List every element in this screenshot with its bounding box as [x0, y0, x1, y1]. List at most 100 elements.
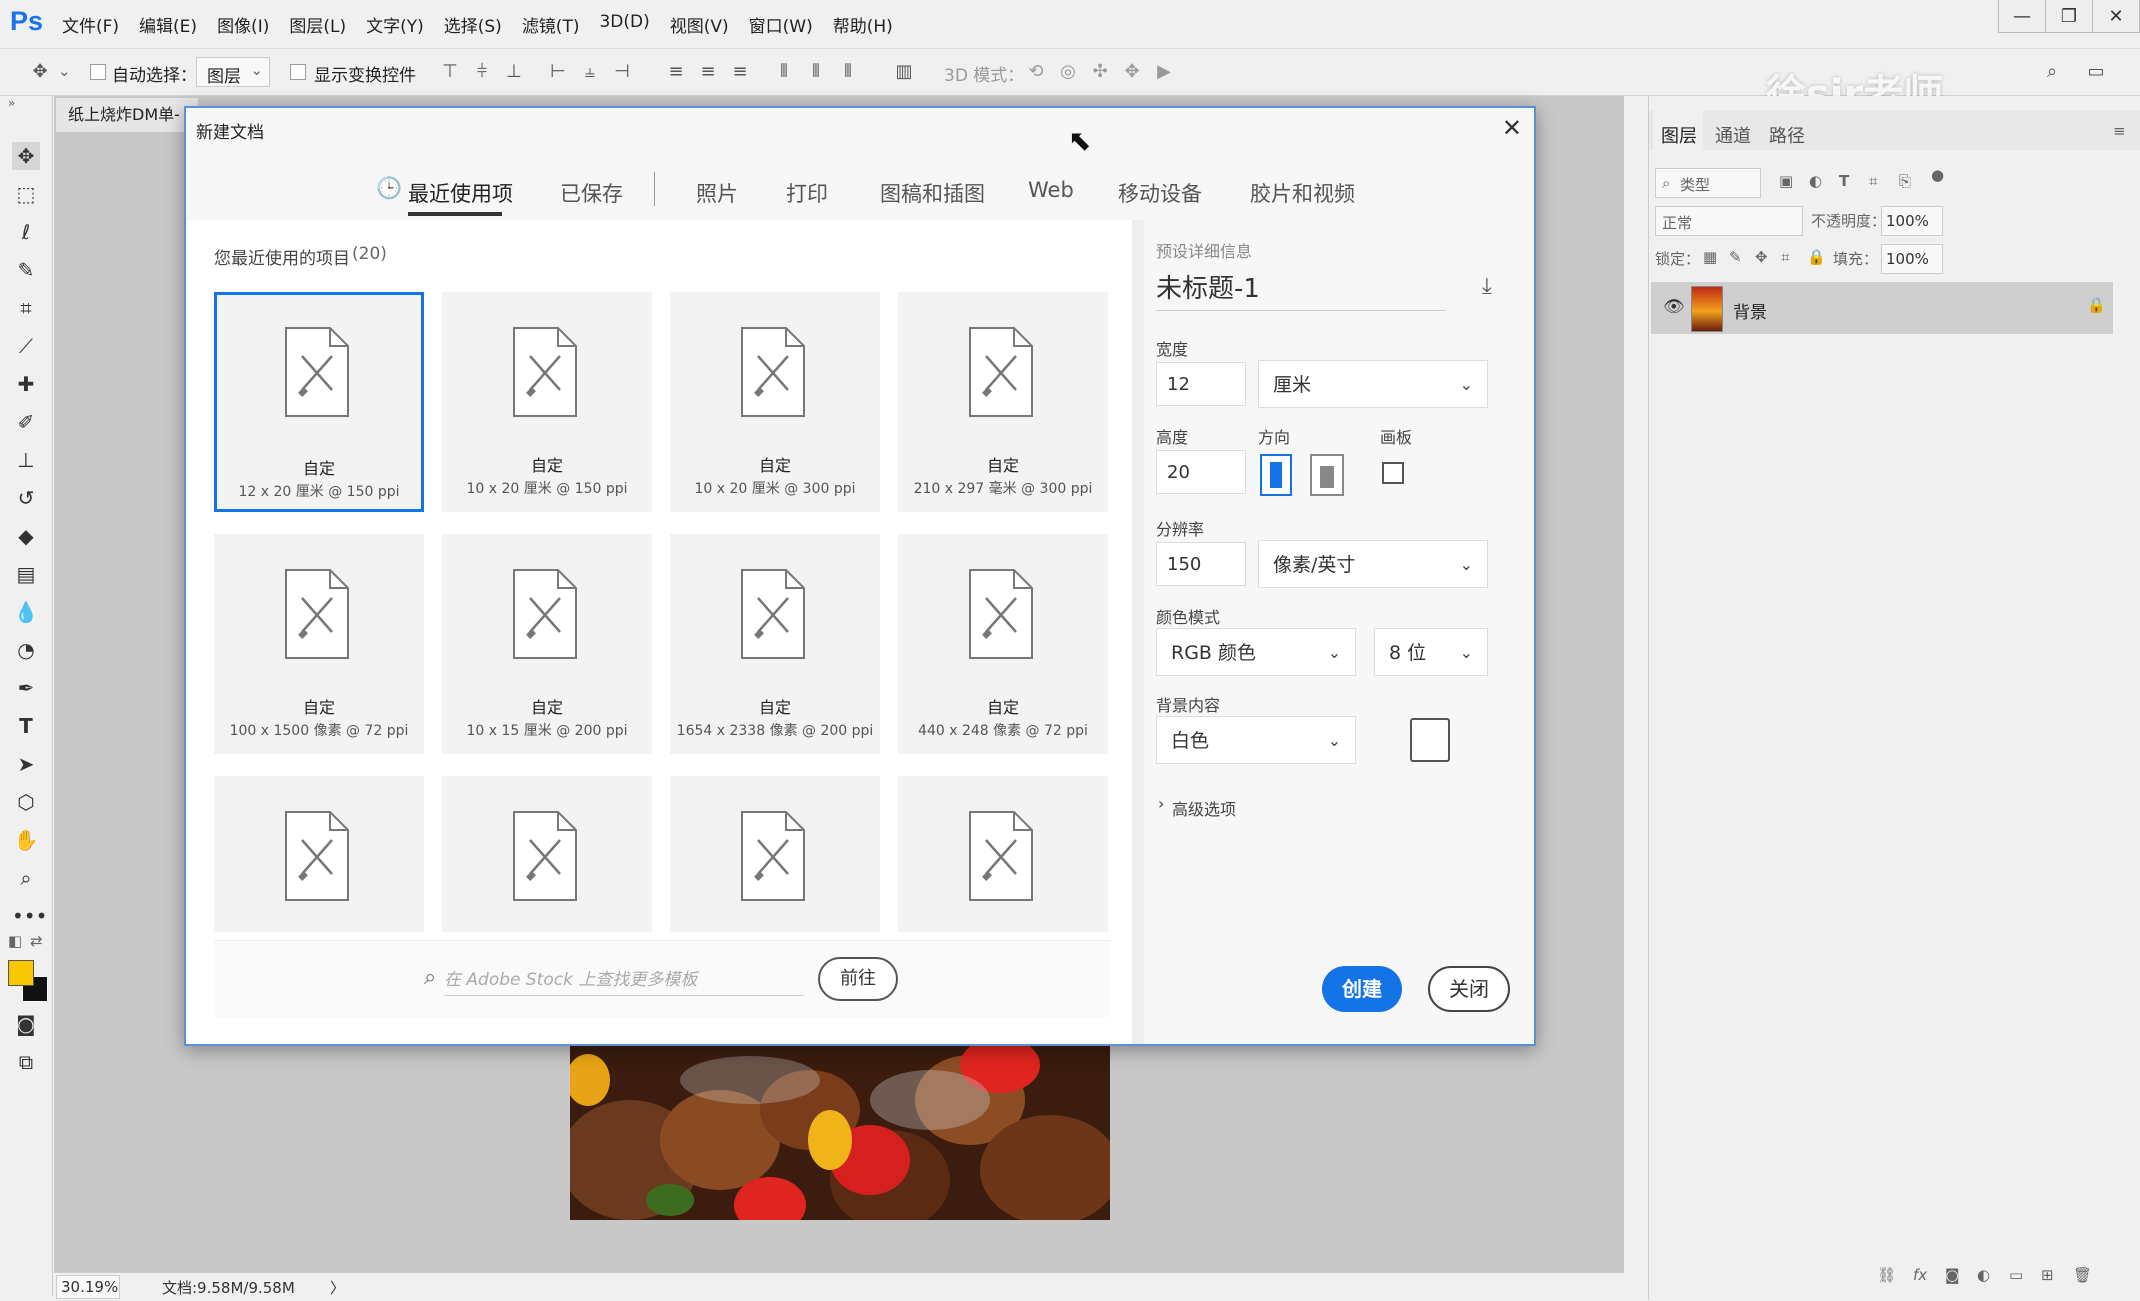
menu-edit[interactable]: 编辑(E) — [139, 12, 197, 37]
advanced-options-toggle[interactable]: 高级选项 — [1172, 796, 1236, 820]
align-hcenter-icon[interactable]: ⫨ — [578, 60, 602, 84]
lock-image-icon[interactable]: ✎ — [1729, 248, 1742, 266]
new-group-icon[interactable]: ▭ — [2009, 1266, 2023, 1284]
filter-pixel-icon[interactable]: ▣ — [1779, 172, 1793, 190]
blur-tool-icon[interactable]: 💧 — [12, 598, 40, 626]
dodge-tool-icon[interactable]: ◔ — [12, 636, 40, 664]
3d-slide-icon[interactable]: ✥ — [1120, 60, 1144, 84]
resolution-unit-select[interactable]: 像素/英寸 ⌄ — [1258, 540, 1488, 588]
preset-card[interactable] — [898, 776, 1108, 932]
move-tool-icon[interactable]: ✥ — [12, 142, 40, 170]
stock-search-input[interactable]: 在 Adobe Stock 上查找更多模板 — [444, 965, 804, 996]
preset-card[interactable]: 自定 10 x 20 厘米 @ 300 ppi — [670, 292, 880, 512]
screen-mode-icon[interactable]: ⧉ — [12, 1048, 40, 1076]
type-tool-icon[interactable]: T — [12, 712, 40, 740]
distribute-top-icon[interactable]: ≡ — [664, 60, 688, 84]
3d-camera-icon[interactable]: ▶ — [1152, 60, 1176, 84]
lasso-tool-icon[interactable]: ℓ — [12, 218, 40, 246]
align-right-icon[interactable]: ⊣ — [610, 60, 634, 84]
collapse-toolbar-icon[interactable]: » — [8, 96, 15, 110]
swap-colors-icon[interactable]: ⇄ — [30, 932, 43, 950]
preset-card[interactable]: 自定 10 x 15 厘米 @ 200 ppi — [442, 534, 652, 754]
preset-card[interactable]: 自定 12 x 20 厘米 @ 150 ppi — [214, 292, 424, 512]
lock-all-icon[interactable]: 🔒 — [1807, 248, 1826, 266]
goto-button[interactable]: 前往 — [818, 957, 898, 1001]
tab-film-video[interactable]: 胶片和视频 — [1250, 178, 1355, 208]
auto-select-checkbox[interactable] — [90, 64, 106, 80]
background-color-swatch[interactable] — [1410, 718, 1450, 762]
menu-3d[interactable]: 3D(D) — [599, 12, 649, 37]
layer-row[interactable]: 👁 背景 🔒 — [1651, 282, 2113, 334]
background-select[interactable]: 白色 ⌄ — [1156, 716, 1356, 764]
menu-file[interactable]: 文件(F) — [62, 12, 119, 37]
filter-adjustment-icon[interactable]: ◐ — [1809, 172, 1822, 190]
tab-art-illustration[interactable]: 图稿和插图 — [880, 178, 985, 208]
restore-button[interactable]: ❐ — [2045, 0, 2093, 33]
gradient-tool-icon[interactable]: ▤ — [12, 560, 40, 588]
menu-filter[interactable]: 滤镜(T) — [522, 12, 580, 37]
blend-mode-dropdown[interactable]: 正常 — [1655, 206, 1803, 236]
filter-type-icon[interactable]: T — [1839, 172, 1849, 190]
close-button[interactable]: 关闭 — [1428, 966, 1510, 1012]
delete-layer-icon[interactable]: 🗑 — [2073, 1266, 2092, 1284]
dialog-close-icon[interactable]: ✕ — [1502, 114, 1522, 142]
color-mode-select[interactable]: RGB 颜色 ⌄ — [1156, 628, 1356, 676]
show-transform-checkbox[interactable] — [290, 64, 306, 80]
zoom-tool-icon[interactable]: ⌕ — [12, 864, 40, 892]
foreground-color-swatch[interactable] — [8, 960, 34, 986]
preset-card[interactable]: 自定 100 x 1500 像素 @ 72 ppi — [214, 534, 424, 754]
create-button[interactable]: 创建 — [1322, 966, 1402, 1012]
tab-saved[interactable]: 已保存 — [560, 178, 623, 208]
preset-card[interactable]: 自定 210 x 297 毫米 @ 300 ppi — [898, 292, 1108, 512]
tab-mobile[interactable]: 移动设备 — [1118, 178, 1202, 208]
tab-channels[interactable]: 通道 — [1715, 122, 1751, 148]
portrait-orientation-button[interactable] — [1260, 454, 1292, 496]
menu-layer[interactable]: 图层(L) — [289, 12, 346, 37]
lock-artboard-icon[interactable]: ⌗ — [1781, 248, 1789, 266]
marquee-tool-icon[interactable]: ⬚ — [12, 180, 40, 208]
filter-shape-icon[interactable]: ⌗ — [1869, 172, 1877, 190]
filter-toggle-icon[interactable]: ● — [1931, 166, 1944, 184]
tab-layers[interactable]: 图层 — [1661, 122, 1697, 148]
preset-card[interactable]: 自定 10 x 20 厘米 @ 150 ppi — [442, 292, 652, 512]
resolution-input[interactable]: 150 — [1156, 542, 1246, 586]
3d-orbit-icon[interactable]: ⟲ — [1024, 60, 1048, 84]
pen-tool-icon[interactable]: ✒ — [12, 674, 40, 702]
tab-print[interactable]: 打印 — [786, 178, 828, 208]
search-icon[interactable]: ⌕ — [2040, 60, 2064, 84]
fill-field[interactable]: 100% — [1881, 244, 1943, 274]
quick-mask-icon[interactable]: ◙ — [12, 1010, 40, 1038]
more-tools-icon[interactable]: ••• — [12, 902, 47, 930]
distribute-bottom-icon[interactable]: ≡ — [728, 60, 752, 84]
document-tab[interactable]: 纸上烧炸DM单- — [56, 98, 198, 132]
landscape-orientation-button[interactable] — [1310, 454, 1344, 496]
opacity-field[interactable]: 100% — [1881, 206, 1943, 236]
preset-card[interactable]: 自定 1654 x 2338 像素 @ 200 ppi — [670, 534, 880, 754]
minimize-button[interactable]: — — [1998, 0, 2046, 33]
lock-position-icon[interactable]: ✥ — [1755, 248, 1768, 266]
healing-tool-icon[interactable]: ✚ — [12, 370, 40, 398]
quick-select-tool-icon[interactable]: ✎ — [12, 256, 40, 284]
width-input[interactable]: 12 — [1156, 362, 1246, 406]
status-menu-arrow[interactable]: 〉 — [330, 1277, 345, 1298]
auto-select-dropdown[interactable]: 图层 ⌄ — [196, 57, 270, 87]
save-preset-icon[interactable]: ⤓ — [1482, 274, 1492, 299]
default-colors-icon[interactable]: ◧ — [8, 932, 22, 950]
height-input[interactable]: 20 — [1156, 450, 1246, 494]
menu-help[interactable]: 帮助(H) — [833, 12, 893, 37]
crop-tool-icon[interactable]: ⌗ — [12, 294, 40, 322]
tab-recent[interactable]: 最近使用项 — [408, 178, 513, 208]
filter-smart-object-icon[interactable]: ⎘ — [1899, 172, 1911, 190]
layer-filter-dropdown[interactable]: ⌕ 类型 — [1655, 168, 1761, 198]
3d-roll-icon[interactable]: ◎ — [1056, 60, 1080, 84]
window-close-button[interactable]: ✕ — [2092, 0, 2140, 33]
menu-type[interactable]: 文字(Y) — [366, 12, 424, 37]
chevron-right-icon[interactable]: › — [1158, 794, 1164, 813]
distribute-hcenter-icon[interactable]: ⦀ — [804, 60, 828, 84]
workspace-icon[interactable]: ▭ — [2084, 60, 2108, 84]
tab-photo[interactable]: 照片 — [696, 178, 738, 208]
width-unit-select[interactable]: 厘米 ⌄ — [1258, 360, 1488, 408]
bit-depth-select[interactable]: 8 位 ⌄ — [1374, 628, 1488, 676]
brush-tool-icon[interactable]: ✐ — [12, 408, 40, 436]
preset-card[interactable]: 自定 440 x 248 像素 @ 72 ppi — [898, 534, 1108, 754]
